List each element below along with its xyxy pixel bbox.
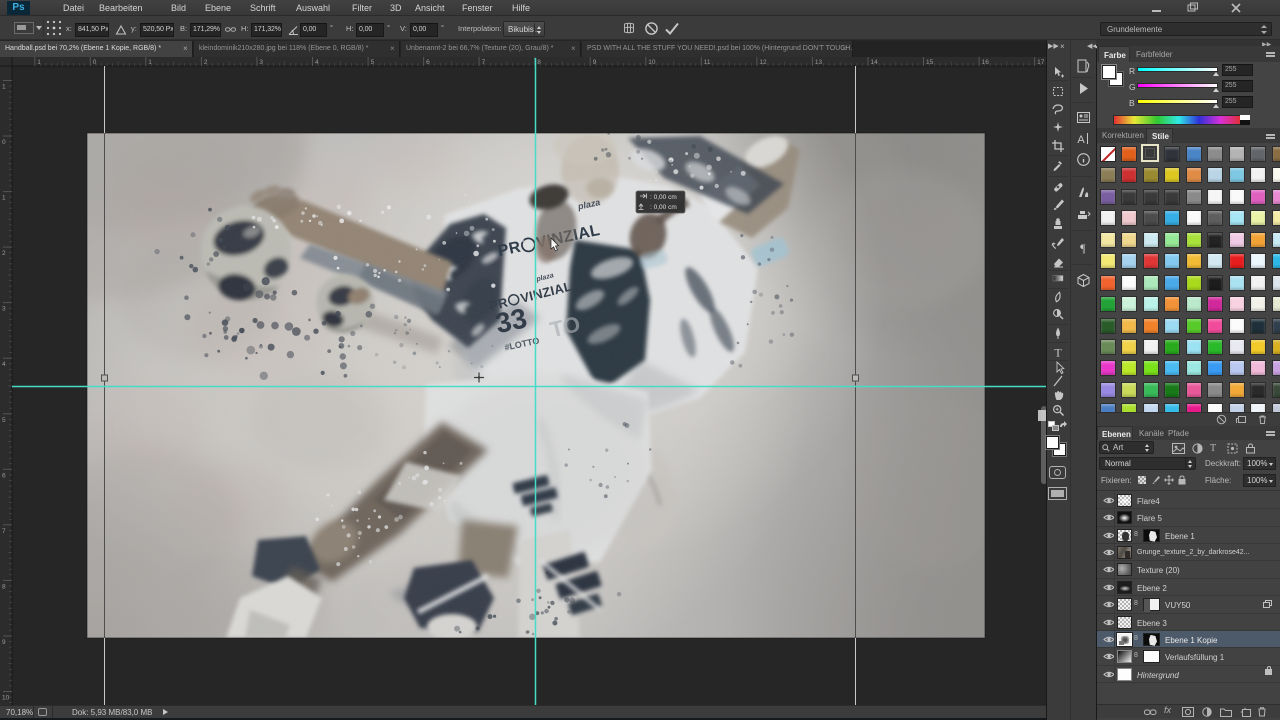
svg-text:6: 6	[2, 472, 6, 479]
svg-text:11: 11	[704, 59, 711, 66]
svg-text:10: 10	[2, 695, 10, 702]
svg-text:4: 4	[2, 361, 6, 368]
svg-text:13: 13	[815, 59, 823, 66]
svg-text:16: 16	[982, 59, 990, 66]
svg-text:0: 0	[2, 139, 6, 146]
svg-text:1: 1	[2, 84, 6, 91]
svg-text:: 0,00 cm: : 0,00 cm	[650, 194, 677, 201]
svg-text:T: T	[1054, 346, 1062, 360]
svg-text:9: 9	[2, 639, 6, 646]
svg-text:¶: ¶	[1080, 241, 1086, 255]
svg-text:7: 7	[2, 528, 6, 535]
svg-text:14: 14	[871, 59, 879, 66]
svg-text:10: 10	[648, 59, 656, 66]
svg-text:17: 17	[1037, 59, 1045, 66]
svg-text:15: 15	[926, 59, 934, 66]
svg-text:1: 1	[2, 195, 6, 202]
svg-text:5: 5	[371, 59, 375, 66]
svg-text:2: 2	[2, 250, 6, 257]
svg-text:A: A	[1077, 134, 1085, 146]
svg-text:5: 5	[2, 417, 6, 424]
svg-text:: 0,00 cm: : 0,00 cm	[650, 204, 677, 211]
svg-text:9: 9	[593, 59, 597, 66]
svg-text:8: 8	[2, 583, 6, 590]
svg-text:12: 12	[759, 59, 767, 66]
svg-text:3: 3	[2, 306, 6, 313]
